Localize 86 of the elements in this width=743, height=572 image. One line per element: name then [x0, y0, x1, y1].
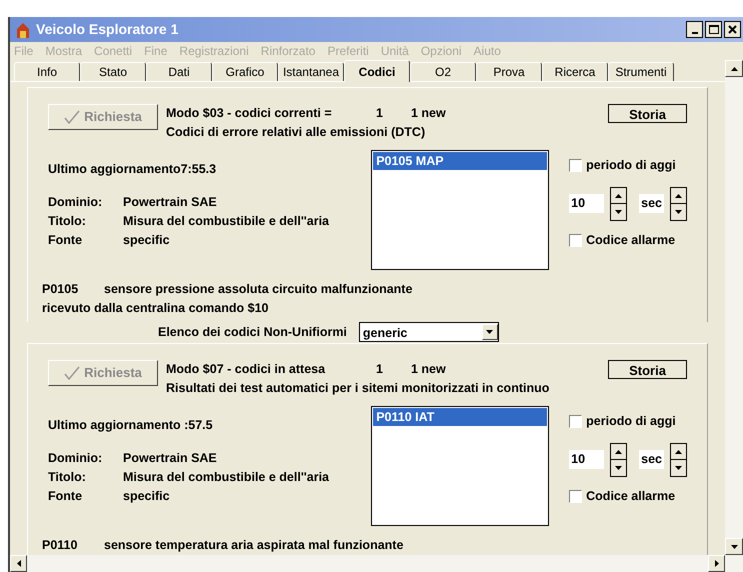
vertical-scrollbar[interactable] — [725, 60, 743, 555]
down-arrow-icon — [730, 544, 738, 548]
mode-description: Codici di errore relativi alle emissioni (DTC) — [166, 124, 426, 141]
field-value: Powertrain SAE — [123, 194, 217, 211]
history-button[interactable]: Storia — [608, 104, 687, 123]
tab[interactable]: Strumenti — [608, 62, 674, 81]
last-update-label: Ultimo aggiornamento :57.5 — [48, 417, 214, 434]
tab[interactable]: Dati — [146, 62, 212, 81]
code-list-item[interactable]: P0105 MAP — [373, 152, 548, 170]
interval-field[interactable]: 10 — [569, 450, 604, 470]
spinner-button[interactable] — [610, 186, 628, 221]
tab[interactable]: Ricerca — [542, 62, 608, 81]
up-arrow-icon — [615, 194, 622, 198]
history-button[interactable]: Storia — [608, 360, 687, 379]
up-arrow-icon — [675, 450, 682, 454]
error-code: P0105 — [42, 281, 80, 298]
code-list-item[interactable]: P0110 IAT — [373, 408, 548, 426]
checkbox-label: Codice allarme — [586, 488, 676, 505]
maximize-button[interactable] — [705, 21, 722, 38]
down-arrow-icon — [675, 466, 682, 470]
up-arrow-icon — [615, 450, 622, 454]
tab[interactable]: Info — [14, 62, 80, 81]
minimize-button[interactable] — [686, 21, 703, 38]
error-code: P0110 — [42, 537, 78, 554]
maximize-icon — [708, 25, 718, 34]
app-icon — [14, 20, 32, 38]
spinner-button[interactable] — [670, 442, 687, 477]
dropdown-arrow-icon — [486, 330, 494, 334]
up-arrow-icon — [675, 194, 682, 198]
list-dropdown[interactable]: generic — [358, 322, 499, 342]
tab[interactable]: Stato — [80, 62, 146, 81]
mode-description: Risultati dei test automatici per i sitemi monitorizzati in continuo — [166, 380, 550, 397]
field-label: Titolo: — [48, 212, 87, 230]
field-label: Dominio: — [48, 194, 104, 211]
error-description: sensore pressione assoluta circuito malfunzionante — [104, 281, 412, 298]
new-count: 1 new — [411, 105, 446, 122]
check-icon — [64, 110, 80, 124]
code-count: 1 — [376, 105, 384, 122]
checkbox[interactable] — [569, 234, 582, 247]
interval-field[interactable]: 10 — [569, 194, 604, 214]
field-label: Fonte — [48, 232, 84, 249]
spinner-button[interactable] — [670, 186, 687, 221]
last-update-label: Ultimo aggiornamento7:55.3 — [48, 161, 218, 178]
codes-list[interactable]: P0105 MAP — [371, 150, 550, 270]
mode-label: Modo $03 - codici correnti = — [166, 105, 333, 122]
field-label: Fonte — [48, 488, 84, 505]
checkbox-label: Codice allarme — [586, 232, 676, 249]
down-arrow-icon — [675, 210, 682, 214]
down-arrow-icon — [615, 210, 622, 214]
minimize-icon — [692, 32, 698, 34]
code-count: 1 — [376, 361, 384, 378]
non-uniform-label: Elenco dei codici Non-Unifiormi — [158, 324, 347, 341]
field-value: specific — [123, 232, 170, 249]
tab[interactable]: Codici — [344, 60, 410, 82]
tab[interactable]: Grafico — [212, 62, 278, 81]
field-value: Misura del combustibile e dell''aria — [123, 212, 330, 230]
field-value: Misura del combustibile e dell''aria — [123, 468, 330, 486]
checkbox[interactable] — [569, 158, 582, 172]
error-description: sensore temperatura aria aspirata mal funzionante — [104, 537, 404, 554]
checkbox[interactable] — [569, 414, 582, 428]
right-arrow-icon — [714, 560, 718, 567]
close-button[interactable] — [724, 21, 741, 38]
checkbox[interactable] — [569, 490, 582, 503]
horizontal-scrollbar[interactable] — [10, 555, 743, 572]
codes-list[interactable]: P0110 IAT — [371, 406, 550, 526]
error-note: ricevuto dalla centralina comando $10 — [42, 300, 270, 317]
left-arrow-icon — [16, 560, 20, 567]
checkbox-label: periodo di aggi — [586, 157, 676, 174]
spinner-button[interactable] — [610, 442, 628, 477]
unit-field[interactable]: sec — [639, 194, 664, 214]
close-icon — [728, 25, 737, 34]
field-label: Dominio: — [48, 450, 104, 467]
up-arrow-icon — [730, 66, 738, 70]
tab[interactable]: Istantanea — [278, 62, 344, 81]
new-count: 1 new — [411, 361, 446, 378]
field-value: specific — [123, 488, 170, 505]
field-label: Titolo: — [48, 468, 87, 486]
tab[interactable]: Prova — [476, 62, 542, 81]
checkbox-label: periodo di aggi — [586, 413, 676, 430]
mode-label: Modo $07 - codici in attesa — [166, 361, 326, 378]
field-value: Powertrain SAE — [123, 450, 217, 467]
window-title: Veicolo Esploratore 1 — [36, 20, 178, 39]
unit-field[interactable]: sec — [639, 450, 664, 470]
down-arrow-icon — [615, 466, 622, 470]
tab[interactable]: O2 — [410, 62, 476, 81]
check-icon — [64, 366, 80, 380]
